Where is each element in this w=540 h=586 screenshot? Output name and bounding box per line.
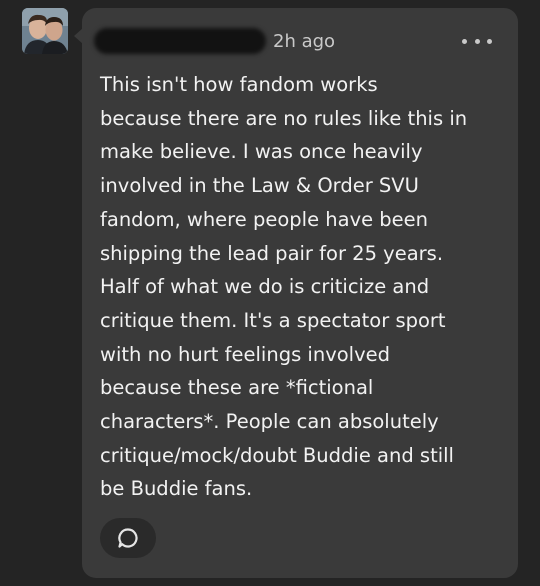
user-avatar[interactable] [22,8,68,54]
speech-bubble-icon [118,528,138,548]
dot [487,38,492,44]
comment-thread: 2h ago This isn't how fandom works becau… [0,0,540,586]
comment-text: This isn't how fandom works because ther… [100,73,468,501]
more-horizontal-icon[interactable] [462,32,492,50]
dot [462,38,467,44]
dot [474,38,480,44]
reply-button[interactable] [100,518,156,558]
redacted-username [94,28,266,54]
comment-timestamp: 2h ago [273,31,336,52]
avatar-photo-icon [22,8,68,54]
